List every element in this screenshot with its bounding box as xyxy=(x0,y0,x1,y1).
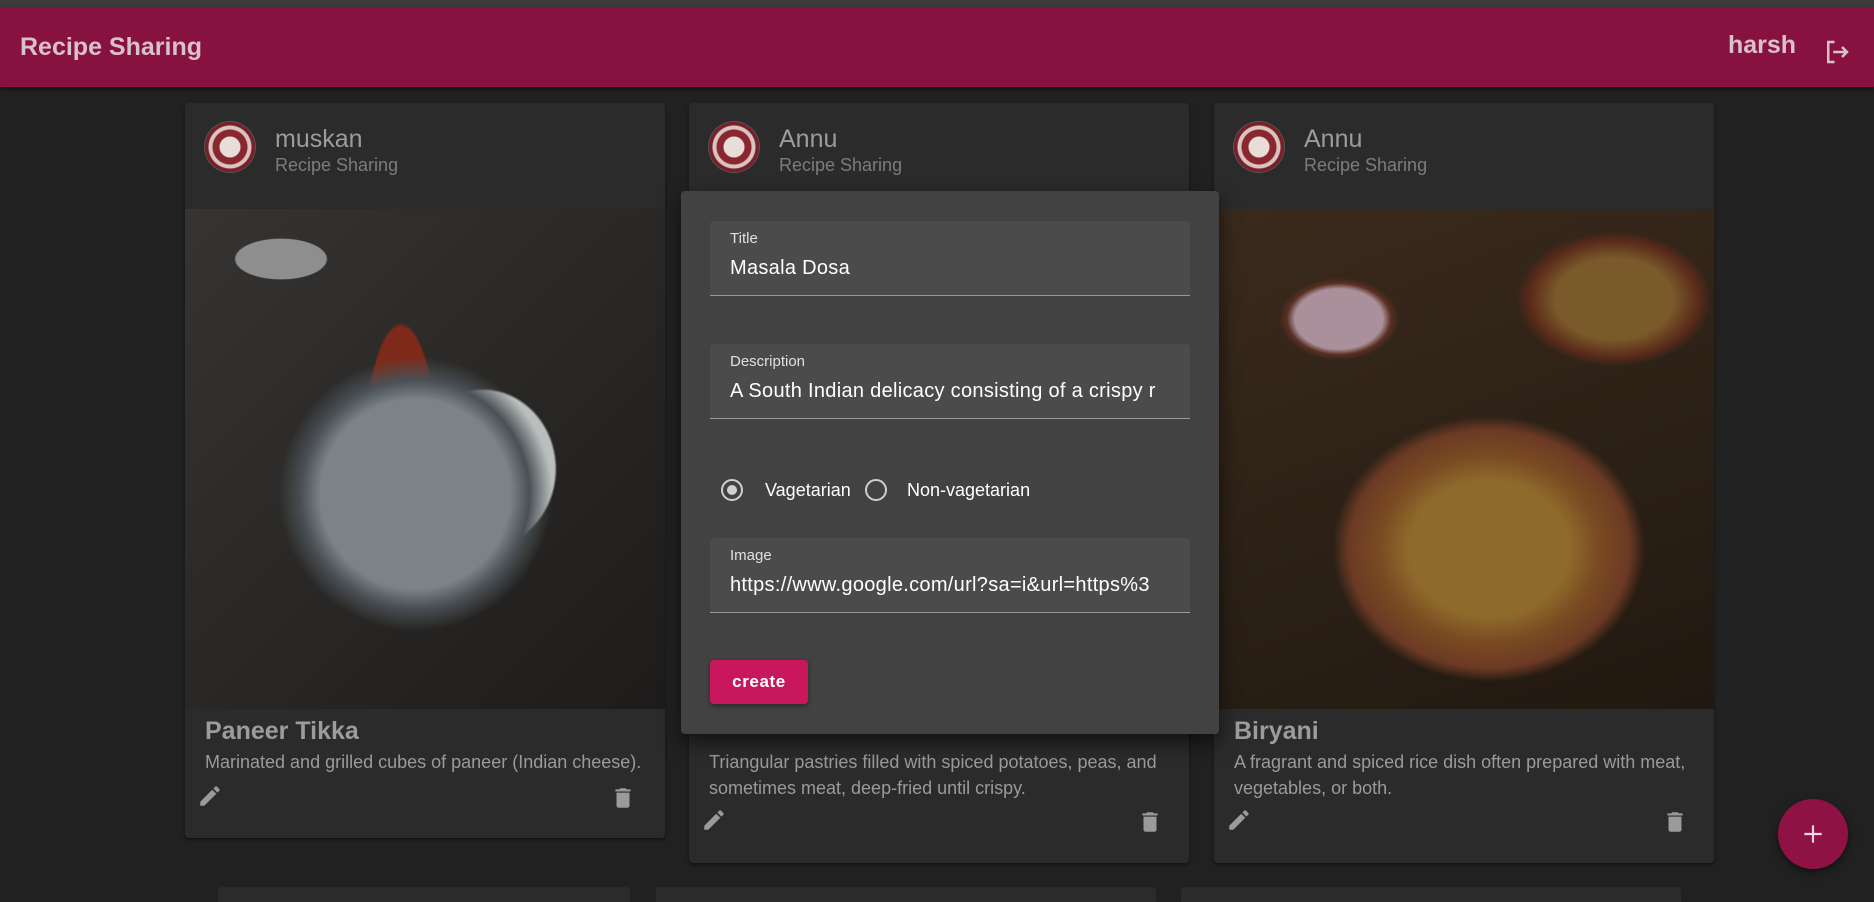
create-recipe-form: Title Masala Dosa Description A South In… xyxy=(681,191,1219,734)
card-subheader: Recipe Sharing xyxy=(1304,155,1428,175)
recipe-card: Annu Recipe Sharing Biryani A fragrant a… xyxy=(1214,103,1714,863)
edit-icon[interactable] xyxy=(1226,807,1252,833)
recipe-description: A fragrant and spiced rice dish often pr… xyxy=(1234,752,1686,798)
app-bar: Recipe Sharing harsh xyxy=(0,7,1874,87)
plus-icon xyxy=(1804,825,1822,843)
title-input[interactable]: Masala Dosa xyxy=(730,257,1172,283)
title-label: Title xyxy=(730,230,758,247)
logout-icon[interactable] xyxy=(1822,37,1852,67)
avatar xyxy=(205,122,255,172)
recipe-card-stub xyxy=(218,887,630,902)
browser-top-strip xyxy=(0,0,1874,7)
recipe-image xyxy=(1214,209,1714,709)
radio-non-vegetarian[interactable] xyxy=(865,479,887,501)
delete-icon[interactable] xyxy=(1137,809,1163,835)
edit-icon[interactable] xyxy=(701,807,727,833)
card-subheader: Recipe Sharing xyxy=(275,155,399,175)
delete-icon[interactable] xyxy=(1662,809,1688,835)
recipe-title: Paneer Tikka xyxy=(205,717,359,745)
app-title: Recipe Sharing xyxy=(20,33,202,61)
recipe-title: Biryani xyxy=(1234,717,1319,745)
radio-non-vegetarian-label[interactable]: Non-vagetarian xyxy=(907,480,1030,501)
card-author: muskan xyxy=(275,125,363,153)
recipe-image xyxy=(185,209,665,709)
edit-icon[interactable] xyxy=(197,783,223,809)
add-recipe-button[interactable] xyxy=(1778,799,1848,869)
image-url-input[interactable]: https://www.google.com/url?sa=i&url=http… xyxy=(730,574,1172,600)
create-button[interactable]: create xyxy=(710,660,808,704)
delete-icon[interactable] xyxy=(610,785,636,811)
description-label: Description xyxy=(730,353,806,370)
avatar xyxy=(1234,122,1284,172)
card-header: Annu Recipe Sharing xyxy=(1214,103,1714,209)
recipe-card: muskan Recipe Sharing Paneer Tikka Marin… xyxy=(185,103,665,838)
card-author: Annu xyxy=(779,125,838,153)
description-input[interactable]: A South Indian delicacy consisting of a … xyxy=(730,380,1172,406)
title-field[interactable]: Title Masala Dosa xyxy=(710,221,1190,296)
description-field[interactable]: Description A South Indian delicacy cons… xyxy=(710,344,1190,419)
card-subheader: Recipe Sharing xyxy=(779,155,903,175)
card-header: muskan Recipe Sharing xyxy=(185,103,665,209)
recipe-card-stub xyxy=(1181,887,1681,902)
recipe-description: Triangular pastries filled with spiced p… xyxy=(709,752,1157,798)
radio-vegetarian[interactable] xyxy=(721,479,743,501)
radio-vegetarian-label[interactable]: Vagetarian xyxy=(765,480,851,501)
avatar xyxy=(709,122,759,172)
card-author: Annu xyxy=(1304,125,1363,153)
username-label: harsh xyxy=(1728,31,1797,59)
image-field[interactable]: Image https://www.google.com/url?sa=i&ur… xyxy=(710,538,1190,613)
recipe-description: Marinated and grilled cubes of paneer (I… xyxy=(205,752,642,772)
image-label: Image xyxy=(730,547,772,564)
recipe-card-stub xyxy=(656,887,1156,902)
